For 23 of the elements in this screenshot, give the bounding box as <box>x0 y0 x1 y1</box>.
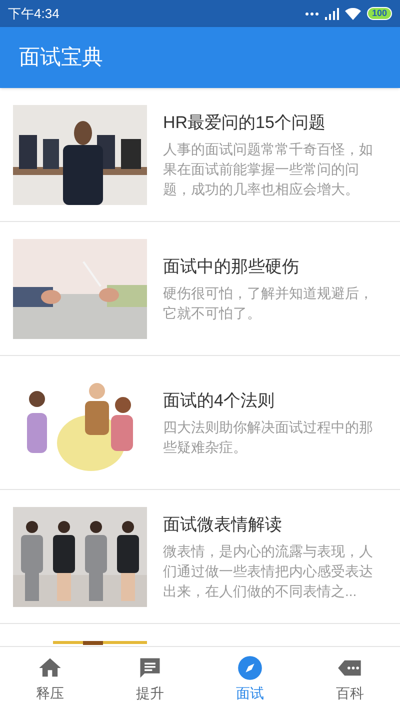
article-item[interactable]: 面试中的那些硬伤 硬伤很可怕，了解并知道规避后，它就不可怕了。 <box>0 222 400 356</box>
status-time: 下午4:34 <box>8 4 60 23</box>
article-title: 面试微表情解读 <box>163 514 283 536</box>
app-title: 面试宝典 <box>19 44 103 71</box>
article-item[interactable]: 面试微表情解读 微表情，是内心的流露与表现，人们通过做一些表情把内心感受表达出来，在人们做的不同表情之... <box>0 490 400 624</box>
nav-tab[interactable]: 百科 <box>300 647 400 711</box>
article-item[interactable]: HR最爱问的15个问题 人事的面试问题常常千奇百怪，如果在面试前能掌握一些常问的问题，成功的几率也相应会增大。 <box>0 88 400 222</box>
nav-tab[interactable]: 面试 <box>200 647 300 711</box>
article-title: 面试的4个法则 <box>163 390 276 412</box>
nav-tab[interactable]: 提升 <box>100 647 200 711</box>
article-summary: 硬伤很可怕，了解并知道规避后，它就不可怕了。 <box>163 284 374 324</box>
article-summary: 四大法则助你解决面试过程中的那些疑难杂症。 <box>163 418 374 458</box>
article-summary: 人事的面试问题常常千奇百怪，如果在面试前能掌握一些常问的问题，成功的几率也相应会增大。 <box>163 140 374 200</box>
signal-icon <box>324 8 339 20</box>
article-title: HR最爱问的15个问题 <box>163 112 326 134</box>
wifi-icon <box>344 8 361 20</box>
battery-indicator: 100 <box>366 7 392 20</box>
nav-tab[interactable]: 释压 <box>0 647 100 711</box>
dots-icon <box>304 12 319 16</box>
article-item[interactable]: 面试的4个法则 四大法则助你解决面试过程中的那些疑难杂症。 <box>0 356 400 490</box>
article-title: 面试中的那些硬伤 <box>163 256 300 278</box>
article-summary: 微表情，是内心的流露与表现，人们通过做一些表情把内心感受表达出来，在人们做的不同表情之... <box>163 542 374 602</box>
compass-icon <box>237 654 263 680</box>
